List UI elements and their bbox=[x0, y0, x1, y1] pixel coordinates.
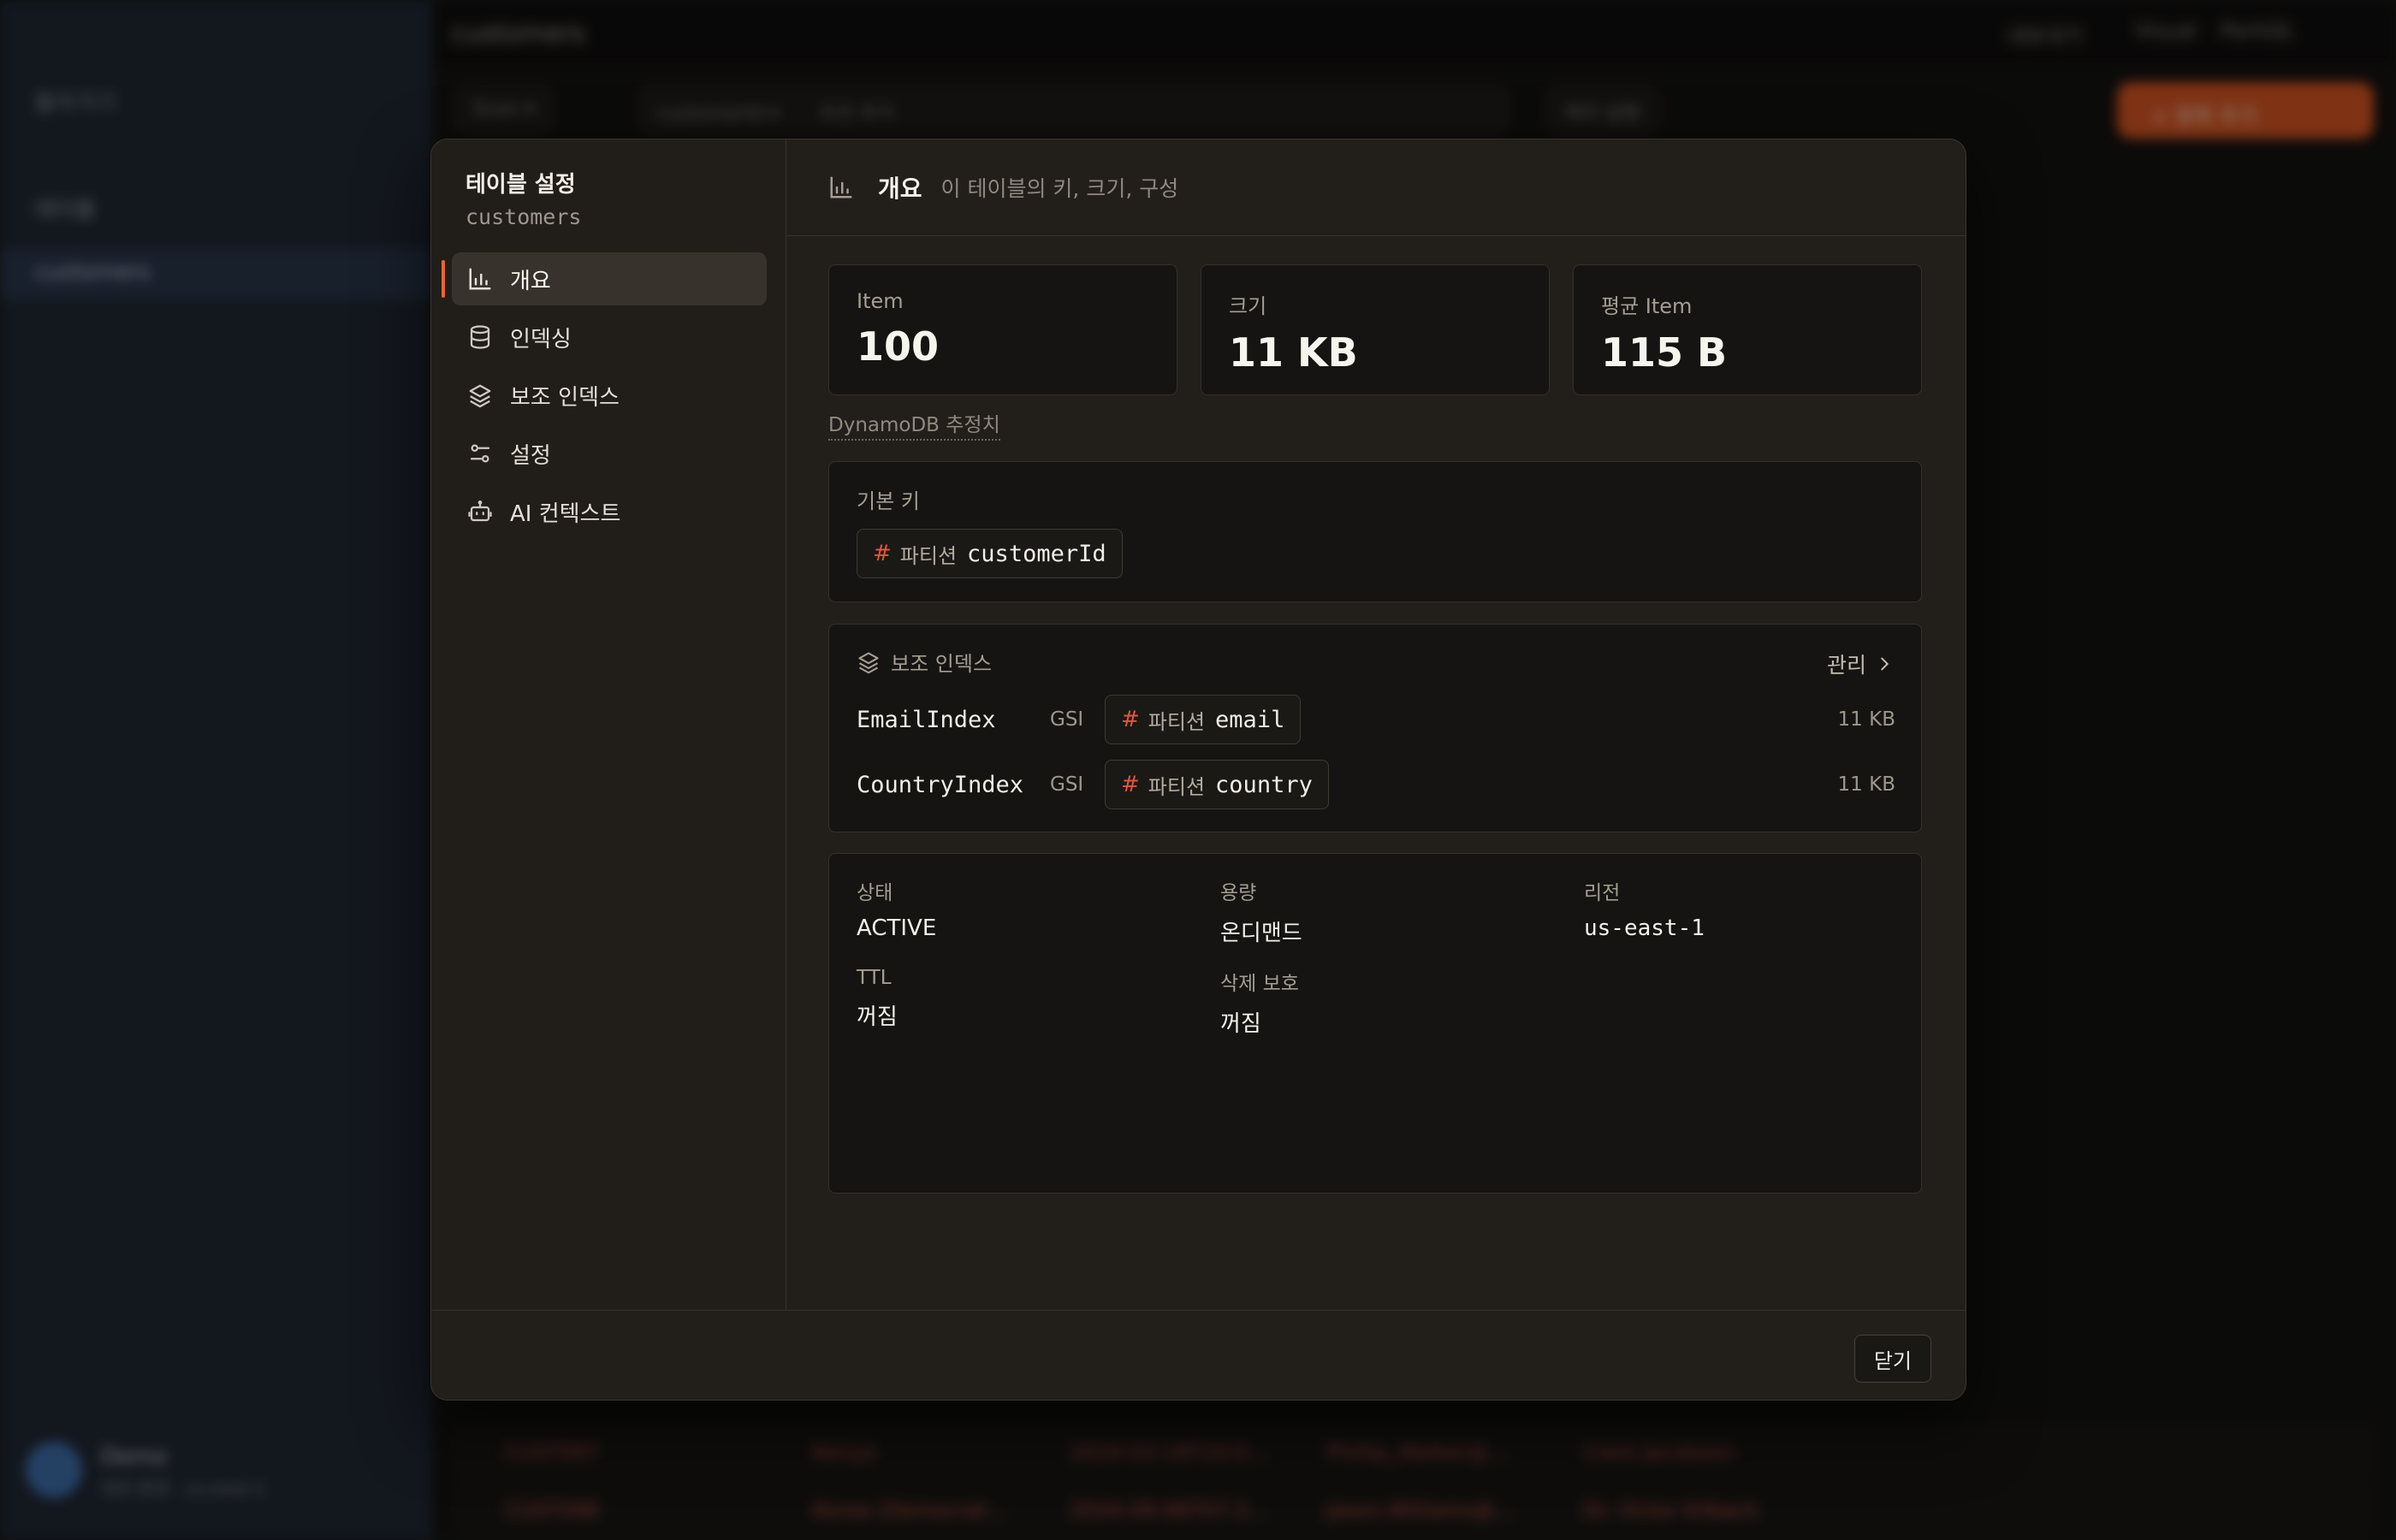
bar-chart-icon bbox=[466, 264, 495, 293]
index-size: 11 KB bbox=[1837, 773, 1895, 796]
secondary-index-panel: 보조 인덱스 관리 EmailIndex GSI # 파티션 email 11 … bbox=[828, 624, 1922, 832]
nav-item-indexing[interactable]: 인덱싱 bbox=[452, 311, 767, 364]
index-type: GSI bbox=[1050, 708, 1084, 731]
stat-label: Item bbox=[857, 289, 904, 313]
manage-indexes-link[interactable]: 관리 bbox=[1827, 649, 1894, 679]
index-size: 11 KB bbox=[1837, 708, 1895, 731]
estimate-note[interactable]: DynamoDB 추정치 bbox=[828, 408, 1000, 441]
robot-icon bbox=[466, 497, 495, 526]
bar-chart-icon bbox=[828, 173, 857, 202]
secondary-index-label: 보조 인덱스 bbox=[891, 652, 993, 676]
layers-icon bbox=[466, 381, 495, 410]
settings-nav: 테이블 설정 customers 개요 인덱싱 보조 인덱스 설정 AI 컨텍스… bbox=[431, 139, 786, 1310]
close-button[interactable]: 닫기 bbox=[1853, 1335, 1931, 1383]
stat-value: 100 bbox=[857, 323, 940, 370]
nav-item-settings[interactable]: 설정 bbox=[452, 427, 767, 480]
section-title: 개요 bbox=[878, 175, 922, 203]
property-value: us-east-1 bbox=[1584, 915, 1705, 941]
stat-card-avg-item: 평균 Item 115 B bbox=[1573, 264, 1922, 395]
chevron-right-icon bbox=[1875, 654, 1894, 673]
nav-item-overview[interactable]: 개요 bbox=[452, 252, 767, 305]
index-name: EmailIndex bbox=[857, 706, 996, 733]
dialog-table-name: customers bbox=[466, 204, 582, 229]
nav-item-ai-context[interactable]: AI 컨텍스트 bbox=[452, 485, 767, 538]
partition-key-chip: # 파티션 customerId bbox=[857, 529, 1123, 578]
stat-label: 평균 Item bbox=[1601, 294, 1693, 318]
key-attribute: country bbox=[1215, 771, 1313, 798]
index-type: GSI bbox=[1050, 773, 1084, 796]
stat-label: 크기 bbox=[1229, 294, 1267, 318]
sliders-icon bbox=[466, 439, 495, 468]
manage-label: 관리 bbox=[1826, 653, 1866, 678]
hash-icon: # bbox=[873, 541, 892, 566]
stat-value: 11 KB bbox=[1229, 329, 1358, 376]
key-type-label: 파티션 bbox=[1148, 709, 1206, 734]
key-attribute: customerId bbox=[967, 540, 1106, 567]
section-header: 개요 이 테이블의 키, 크기, 구성 bbox=[787, 139, 1966, 236]
property-value: 꺼짐 bbox=[857, 1004, 898, 1030]
database-icon bbox=[466, 323, 495, 352]
active-nav-indicator bbox=[442, 260, 445, 298]
secondary-index-header: 보조 인덱스 bbox=[857, 647, 992, 677]
index-partition-chip: # 파티션 country bbox=[1105, 760, 1329, 809]
table-settings-dialog: 테이블 설정 customers 개요 인덱싱 보조 인덱스 설정 AI 컨텍스… bbox=[430, 139, 1966, 1401]
settings-content: 개요 이 테이블의 키, 크기, 구성 Item 100 크기 11 KB 평균… bbox=[787, 139, 1966, 1310]
section-description: 이 테이블의 키, 크기, 구성 bbox=[940, 176, 1179, 201]
key-type-label: 파티션 bbox=[1148, 774, 1206, 799]
hash-icon: # bbox=[1121, 772, 1140, 797]
nav-item-label: 설정 bbox=[510, 442, 551, 469]
table-properties-panel: 상태 ACTIVE 용량 온디맨드 리전 us-east-1 TTL 꺼짐 삭제… bbox=[828, 853, 1922, 1194]
stat-card-size: 크기 11 KB bbox=[1201, 264, 1550, 395]
region-property: 리전 us-east-1 bbox=[1584, 876, 1705, 941]
stat-value: 115 B bbox=[1601, 329, 1728, 376]
dialog-footer: 닫기 bbox=[431, 1310, 1966, 1400]
property-value: 온디맨드 bbox=[1220, 921, 1302, 946]
index-partition-chip: # 파티션 email bbox=[1105, 695, 1302, 744]
nav-item-secondary-indexes[interactable]: 보조 인덱스 bbox=[452, 369, 767, 422]
status-property: 상태 ACTIVE bbox=[857, 876, 936, 941]
capacity-property: 용량 온디맨드 bbox=[1220, 876, 1302, 947]
dialog-title: 테이블 설정 bbox=[466, 172, 576, 198]
index-row-email[interactable]: EmailIndex GSI # 파티션 email 11 KB bbox=[857, 695, 1895, 744]
status-badge: ACTIVE bbox=[857, 915, 937, 941]
primary-key-label: 기본 키 bbox=[857, 489, 920, 513]
property-label: TTL bbox=[857, 967, 892, 989]
property-label: 삭제 보호 bbox=[1220, 973, 1299, 995]
nav-item-label: AI 컨텍스트 bbox=[510, 500, 621, 527]
nav-item-label: 개요 bbox=[510, 268, 551, 294]
nav-item-label: 보조 인덱스 bbox=[510, 384, 620, 411]
hash-icon: # bbox=[1121, 707, 1140, 732]
index-name: CountryIndex bbox=[857, 771, 1024, 798]
nav-item-label: 인덱싱 bbox=[510, 326, 572, 352]
deletion-protection-property: 삭제 보호 꺼짐 bbox=[1220, 967, 1299, 1038]
ttl-property: TTL 꺼짐 bbox=[857, 967, 898, 1031]
property-label: 용량 bbox=[1220, 882, 1257, 904]
index-row-country[interactable]: CountryIndex GSI # 파티션 country 11 KB bbox=[857, 760, 1895, 809]
primary-key-panel: 기본 키 # 파티션 customerId bbox=[828, 461, 1922, 602]
property-value: 꺼짐 bbox=[1220, 1011, 1261, 1037]
stat-card-items: Item 100 bbox=[828, 264, 1177, 395]
layers-icon bbox=[857, 650, 881, 674]
property-label: 리전 bbox=[1584, 882, 1621, 904]
property-label: 상태 bbox=[857, 882, 893, 904]
key-attribute: email bbox=[1215, 706, 1285, 733]
key-type-label: 파티션 bbox=[899, 543, 958, 568]
